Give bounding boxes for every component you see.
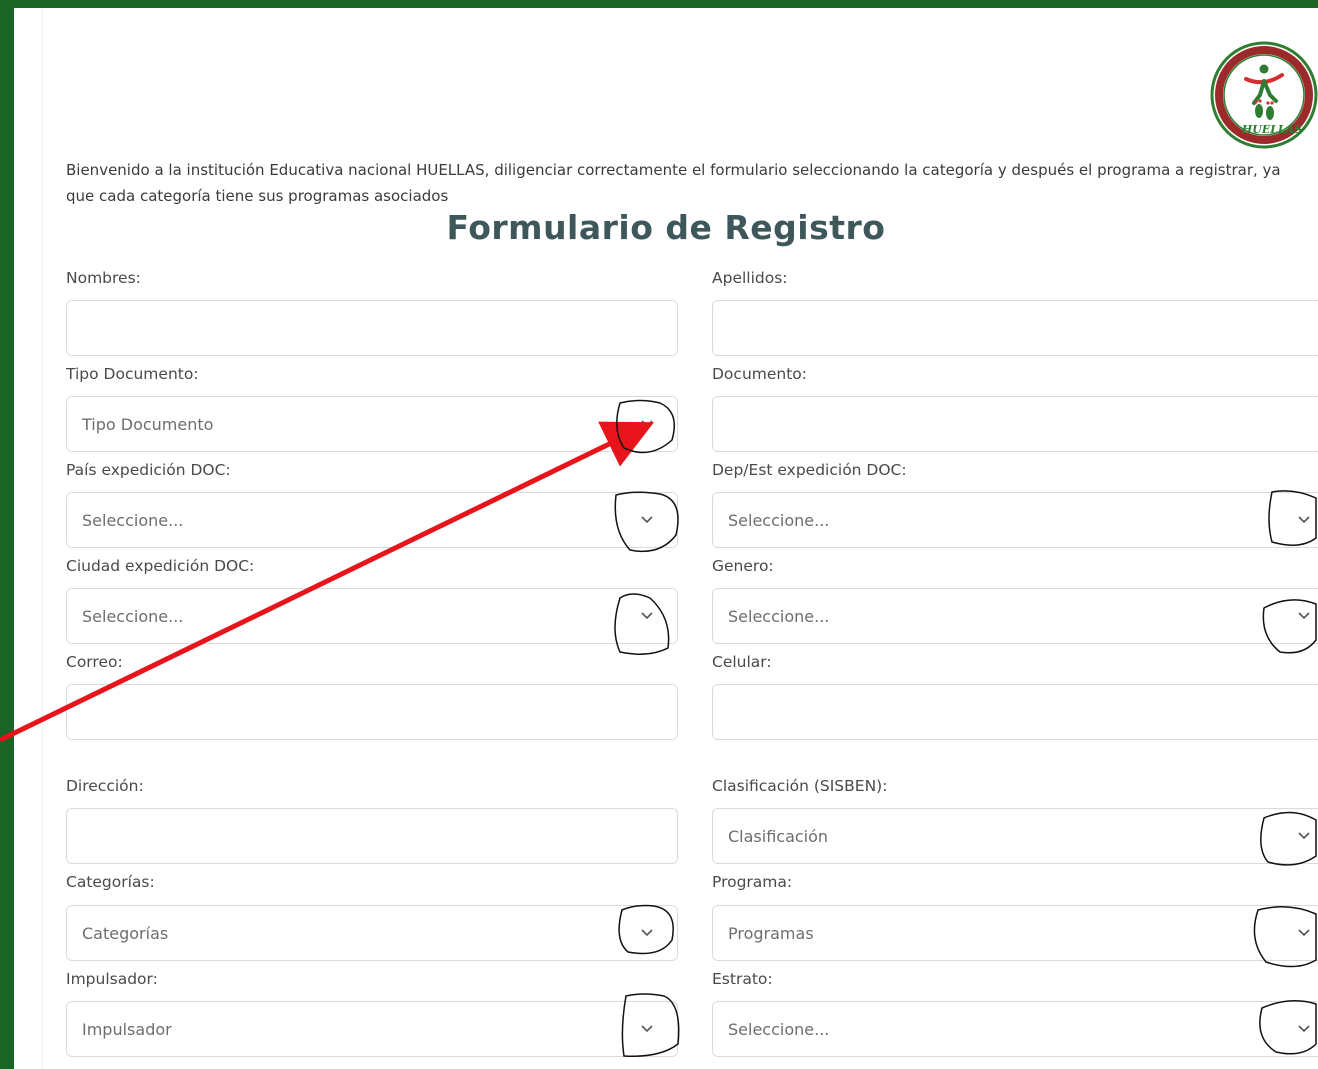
genero-select[interactable]: Seleccione... <box>712 588 1318 644</box>
celular-input[interactable] <box>712 684 1318 740</box>
direccion-label: Dirección: <box>66 777 144 795</box>
logo-text: HUELLAS <box>1241 123 1302 136</box>
dep-est-select[interactable]: Seleccione... <box>712 492 1318 548</box>
dep-est-placeholder: Seleccione... <box>728 511 830 530</box>
chevron-down-icon <box>641 516 653 524</box>
page-title: Formulario de Registro <box>446 208 886 247</box>
clasificacion-select[interactable]: Clasificación <box>712 808 1318 864</box>
documento-input[interactable] <box>712 396 1318 452</box>
genero-placeholder: Seleccione... <box>728 607 830 626</box>
apellidos-label: Apellidos: <box>712 269 788 287</box>
tipo-documento-label: Tipo Documento: <box>66 365 199 383</box>
estrato-label: Estrato: <box>712 970 773 988</box>
estrato-select[interactable]: Seleccione... <box>712 1001 1318 1057</box>
programa-select[interactable]: Programas <box>712 905 1318 961</box>
intro-text: Bienvenido a la institución Educativa na… <box>66 161 1281 205</box>
categorias-select[interactable]: Categorías <box>66 905 678 961</box>
chevron-down-icon <box>641 420 653 428</box>
celular-label: Celular: <box>712 653 772 671</box>
correo-label: Correo: <box>66 653 123 671</box>
programa-label: Programa: <box>712 873 793 891</box>
nombres-input[interactable] <box>66 300 678 356</box>
documento-label: Documento: <box>712 365 808 383</box>
chevron-down-icon <box>1298 929 1310 937</box>
categorias-placeholder: Categorías <box>82 924 169 943</box>
tipo-documento-placeholder: Tipo Documento <box>82 415 214 434</box>
chevron-down-icon <box>1298 1025 1310 1033</box>
ciudad-select[interactable]: Seleccione... <box>66 588 678 644</box>
ciudad-placeholder: Seleccione... <box>82 607 184 626</box>
page-edge-line <box>42 8 43 1069</box>
direccion-input[interactable] <box>66 808 678 864</box>
pais-placeholder: Seleccione... <box>82 511 184 530</box>
categorias-label: Categorías: <box>66 873 155 891</box>
pais-label: País expedición DOC: <box>66 461 231 479</box>
clasificacion-label: Clasificación (SISBEN): <box>712 777 888 795</box>
ciudad-label: Ciudad expedición DOC: <box>66 557 255 575</box>
huellas-logo: HUELLAS <box>1210 41 1318 149</box>
dep-est-label: Dep/Est expedición DOC: <box>712 461 907 479</box>
programa-placeholder: Programas <box>728 924 814 943</box>
genero-label: Genero: <box>712 557 774 575</box>
chevron-down-icon <box>641 929 653 937</box>
form-page: HUELLAS Bienvenido a la institución Educ… <box>14 8 1318 1069</box>
apellidos-input[interactable] <box>712 300 1318 356</box>
chevron-down-icon <box>1298 832 1310 840</box>
chevron-down-icon <box>641 612 653 620</box>
correo-input[interactable] <box>66 684 678 740</box>
nombres-label: Nombres: <box>66 269 141 287</box>
chevron-down-icon <box>1298 612 1310 620</box>
chevron-down-icon <box>1298 516 1310 524</box>
estrato-placeholder: Seleccione... <box>728 1020 830 1039</box>
chevron-down-icon <box>641 1025 653 1033</box>
tipo-documento-select[interactable]: Tipo Documento <box>66 396 678 452</box>
pais-select[interactable]: Seleccione... <box>66 492 678 548</box>
impulsador-select[interactable]: Impulsador <box>66 1001 678 1057</box>
impulsador-label: Impulsador: <box>66 970 158 988</box>
impulsador-placeholder: Impulsador <box>82 1020 172 1039</box>
clasificacion-placeholder: Clasificación <box>728 827 829 846</box>
